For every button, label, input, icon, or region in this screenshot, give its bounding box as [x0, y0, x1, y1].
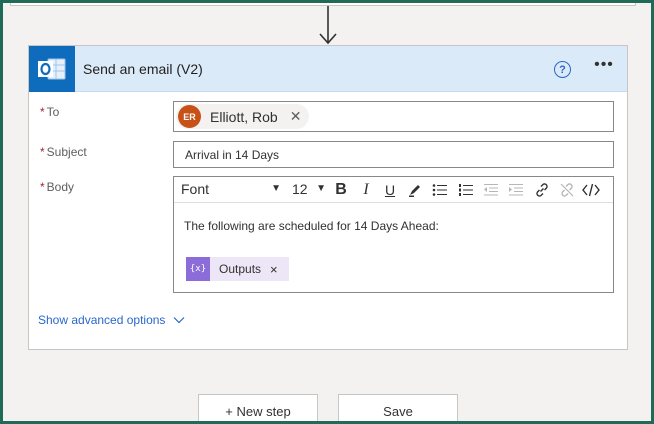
send-email-step-card: Send an email (V2) ? ••• * To ER Elliott,… [28, 45, 628, 350]
font-size-select[interactable]: 12 ▼ [292, 181, 326, 199]
required-marker: * [40, 145, 45, 159]
body-label-text: Body [46, 180, 75, 194]
to-label: * To [40, 105, 59, 119]
chevron-down-icon [174, 317, 185, 324]
rich-text-toolbar: Font ▼ 12 ▼ B I U [174, 177, 613, 203]
step-title[interactable]: Send an email (V2) [83, 61, 203, 77]
avatar: ER [178, 105, 201, 128]
subject-label-text: Subject [46, 145, 87, 159]
subject-input[interactable]: Arrival in 14 Days [173, 141, 614, 168]
link-icon[interactable] [532, 180, 552, 200]
bold-button[interactable]: B [331, 180, 351, 200]
italic-button[interactable]: I [356, 180, 376, 200]
show-advanced-options-link[interactable]: Show advanced options [38, 313, 185, 327]
subject-label: * Subject [40, 145, 87, 159]
font-family-value: Font [181, 181, 210, 197]
advanced-link-text: Show advanced options [38, 313, 166, 327]
required-marker: * [40, 105, 45, 119]
font-family-select[interactable]: Font ▼ [181, 181, 281, 199]
dynamic-content-token[interactable]: {x} Outputs × [186, 257, 289, 281]
recipient-chip[interactable]: ER Elliott, Rob ✕ [176, 104, 310, 129]
remove-token-icon[interactable]: × [270, 262, 278, 277]
body-label: * Body [40, 180, 74, 194]
to-field[interactable]: ER Elliott, Rob ✕ [173, 101, 614, 132]
new-step-button[interactable]: + New step [198, 394, 318, 424]
save-button[interactable]: Save [338, 394, 458, 424]
body-text: The following are scheduled for 14 Days … [184, 219, 439, 233]
question-icon[interactable]: ? [554, 61, 571, 78]
required-marker: * [40, 180, 45, 194]
decrease-indent-icon[interactable] [481, 180, 501, 200]
code-view-icon[interactable] [581, 180, 601, 200]
outlook-icon [29, 46, 75, 92]
recipient-name: Elliott, Rob [210, 108, 278, 125]
increase-indent-icon[interactable] [506, 180, 526, 200]
to-label-text: To [46, 105, 60, 119]
ellipsis-icon[interactable]: ••• [592, 56, 616, 76]
remove-recipient-icon[interactable]: ✕ [290, 108, 302, 125]
font-size-value: 12 [292, 181, 308, 197]
down-arrow-connector-icon [319, 6, 337, 45]
highlight-pen-icon[interactable] [405, 180, 425, 200]
caret-down-icon: ▼ [271, 183, 281, 194]
caret-down-icon: ▼ [316, 183, 326, 194]
numbered-list-icon[interactable] [456, 180, 476, 200]
bulleted-list-icon[interactable] [430, 180, 450, 200]
token-label: Outputs [219, 262, 262, 276]
unlink-icon[interactable] [557, 180, 577, 200]
step-header[interactable]: Send an email (V2) ? ••• [29, 46, 627, 92]
variable-icon: {x} [186, 257, 210, 281]
underline-button[interactable]: U [380, 180, 400, 200]
body-editor[interactable]: Font ▼ 12 ▼ B I U The following are sche… [173, 176, 614, 293]
